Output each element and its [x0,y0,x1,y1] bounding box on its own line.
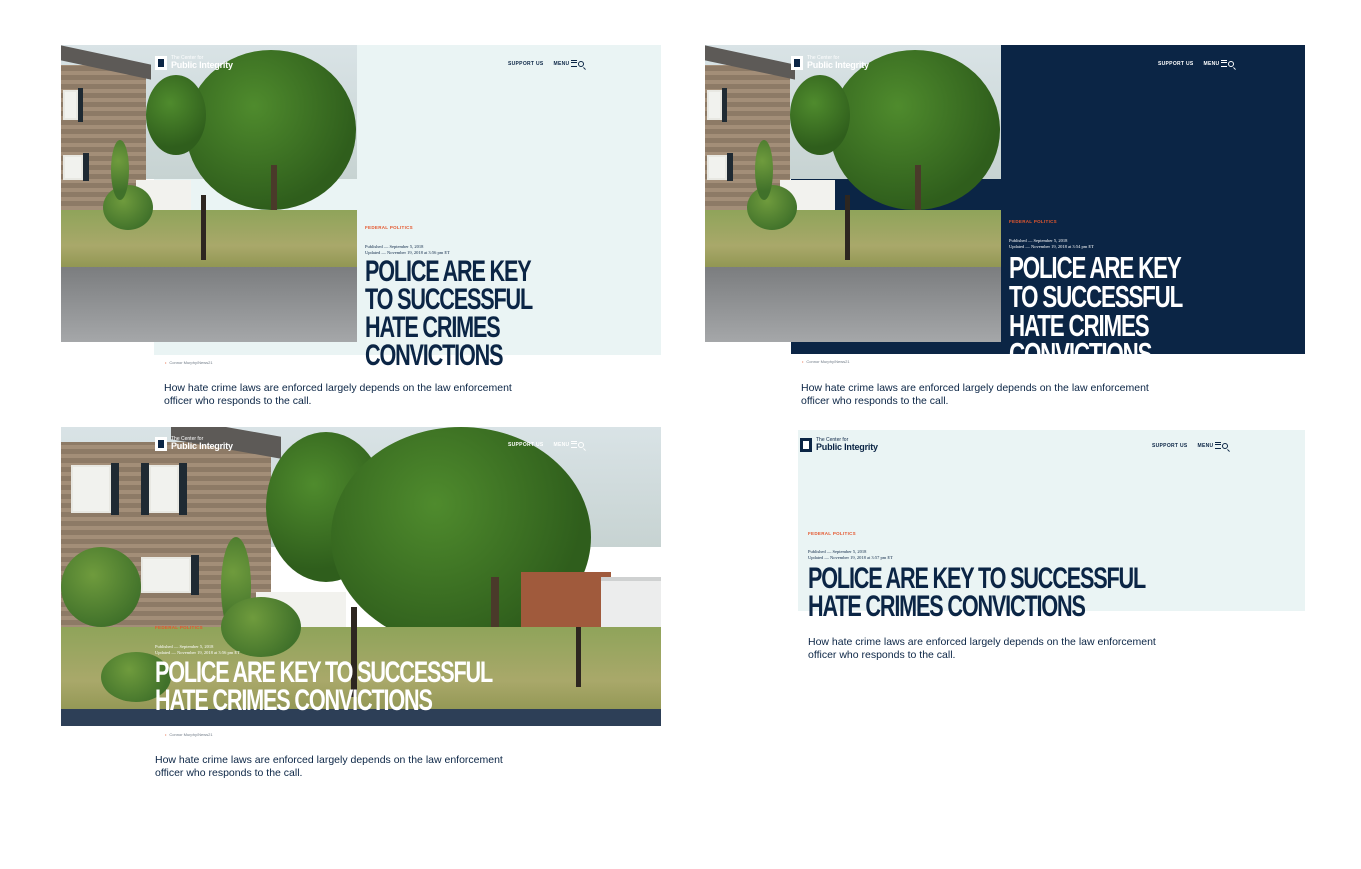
location-pin-icon: • [165,732,167,737]
support-us-link[interactable]: SUPPORT US [1158,61,1194,67]
menu-icon [1215,442,1222,449]
logo-mark-icon [800,438,812,452]
article-dates: Published — September 5, 2018 Updated — … [1009,238,1094,250]
dek: How hate crime laws are enforced largely… [164,382,512,407]
variant-d-logo[interactable]: The Center for Public Integrity [800,438,878,452]
dek: How hate crime laws are enforced largely… [155,754,503,779]
category-label[interactable]: FEDERAL POLITICS [808,531,856,536]
category-label[interactable]: FEDERAL POLITICS [155,625,203,630]
brand-line2: Public Integrity [816,442,878,452]
variant-b-nav: SUPPORT US MENU [1158,60,1235,67]
location-pin-icon: • [802,359,804,364]
search-icon[interactable] [578,60,585,67]
headline: POLICE ARE KEY TO SUCCESSFUL HATE CRIMES… [365,255,533,372]
search-icon[interactable] [578,441,585,448]
variant-a-nav: SUPPORT US MENU [508,60,585,67]
dek: How hate crime laws are enforced largely… [801,382,1149,407]
menu-button[interactable]: MENU [1204,60,1235,67]
headline: POLICE ARE KEY TO SUCCESSFUL HATE CRIMES… [155,656,493,717]
dek: How hate crime laws are enforced largely… [808,636,1156,661]
headline: POLICE ARE KEY TO SUCCESSFUL HATE CRIMES… [808,562,1146,623]
variant-b-logo[interactable]: The Center for Public Integrity [791,56,869,70]
location-pin-icon: • [165,360,167,365]
headline: POLICE ARE KEY TO SUCCESSFUL HATE CRIMES… [1009,250,1183,372]
photo-credit: • Connor Murphy/News21 [165,360,213,365]
variant-d-nav: SUPPORT US MENU [1152,442,1229,449]
photo-credit: • Connor Murphy/News21 [165,732,213,737]
menu-button[interactable]: MENU [554,441,585,448]
search-icon[interactable] [1228,60,1235,67]
menu-button[interactable]: MENU [1198,442,1229,449]
support-us-link[interactable]: SUPPORT US [508,442,544,448]
variant-c-nav: SUPPORT US MENU [508,441,585,448]
search-icon[interactable] [1222,442,1229,449]
brand-line2: Public Integrity [171,441,233,451]
article-dates: Published — September 5, 2018 Updated — … [155,644,240,656]
variant-b-photo [705,45,1001,342]
variant-c-logo[interactable]: The Center for Public Integrity [155,437,233,451]
menu-icon [571,60,578,67]
photo-credit: • Connor Murphy/News21 [802,359,850,364]
variant-a-logo[interactable]: The Center for Public Integrity [155,56,233,70]
brand-line2: Public Integrity [807,60,869,70]
menu-button[interactable]: MENU [554,60,585,67]
category-label[interactable]: FEDERAL POLITICS [1009,219,1057,224]
logo-mark-icon [155,56,167,70]
brand-line2: Public Integrity [171,60,233,70]
logo-mark-icon [155,437,167,451]
category-label[interactable]: FEDERAL POLITICS [365,225,413,230]
updated-date: Updated — November 19, 2018 at 3:57 pm E… [808,555,893,560]
variant-a-photo [61,45,357,342]
support-us-link[interactable]: SUPPORT US [508,61,544,67]
support-us-link[interactable]: SUPPORT US [1152,443,1188,449]
article-dates: Published — September 5, 2018 Updated — … [808,549,893,561]
menu-icon [1221,60,1228,67]
menu-icon [571,441,578,448]
logo-mark-icon [791,56,803,70]
